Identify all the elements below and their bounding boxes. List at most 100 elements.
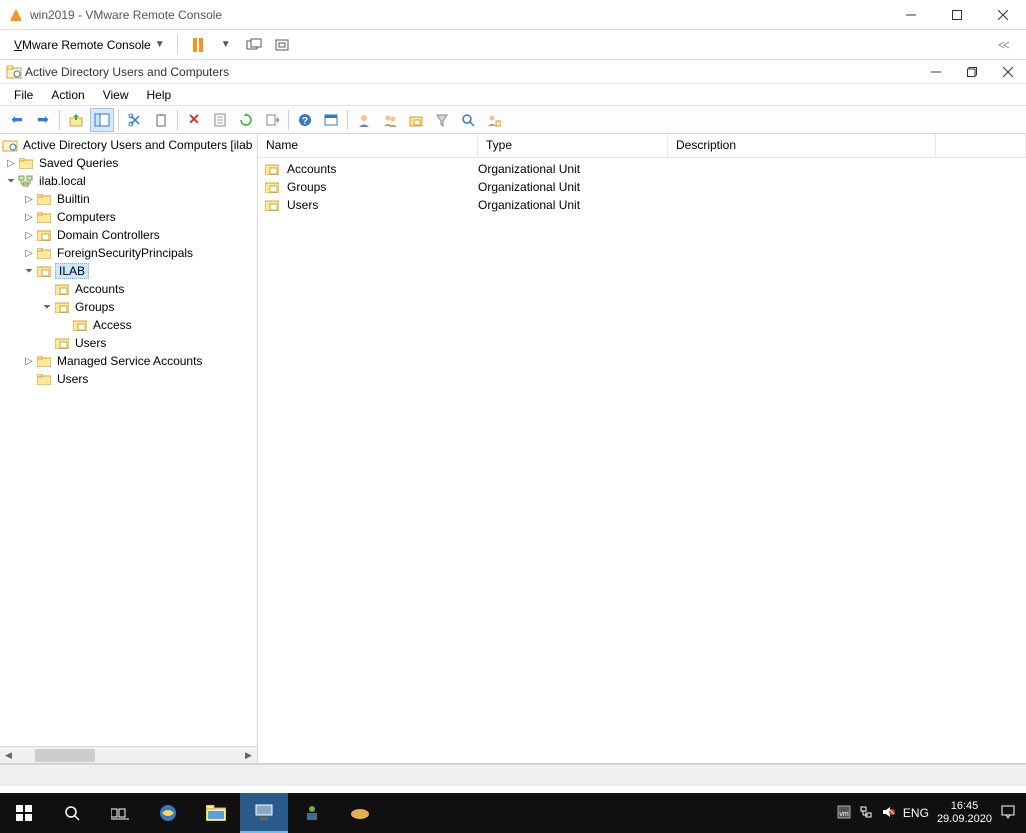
ou-icon (36, 263, 52, 279)
list-row[interactable]: Users Organizational Unit (258, 196, 1026, 214)
help-button[interactable]: ? (293, 108, 317, 132)
tray-volume-icon[interactable] (881, 805, 895, 822)
tree-domain[interactable]: ⏷ ilab.local (0, 172, 257, 190)
ou-icon (264, 161, 280, 177)
expand-icon[interactable]: ▷ (22, 194, 36, 205)
scrollbar-thumb[interactable] (35, 749, 95, 762)
vmware-maximize-button[interactable] (934, 0, 980, 30)
cell-name: Accounts (287, 162, 336, 176)
expand-icon[interactable]: ▷ (22, 212, 36, 223)
tree-root[interactable]: Active Directory Users and Computers [il… (0, 136, 257, 154)
vmware-minimize-button[interactable] (888, 0, 934, 30)
column-header-description[interactable]: Description (668, 134, 936, 157)
tree-ilab[interactable]: ⏷ ILAB (0, 262, 257, 280)
tree-label: Builtin (55, 192, 92, 206)
up-level-button[interactable] (64, 108, 88, 132)
cell-name: Users (287, 198, 318, 212)
tree-root-label: Active Directory Users and Computers [il… (21, 138, 254, 152)
fullscreen-icon (274, 38, 290, 52)
new-user-button[interactable] (352, 108, 376, 132)
tree-label: Access (91, 318, 134, 332)
taskbar-server-manager[interactable] (240, 793, 288, 833)
add-to-group-button[interactable] (482, 108, 506, 132)
tree-panel: Active Directory Users and Computers [il… (0, 134, 258, 763)
tree-ilab-users[interactable]: Users (0, 334, 257, 352)
ou-new-icon (409, 113, 423, 127)
tree-users[interactable]: Users (0, 370, 257, 388)
tree-builtin[interactable]: ▷ Builtin (0, 190, 257, 208)
vmware-close-button[interactable] (980, 0, 1026, 30)
delete-button[interactable]: ✕ (182, 108, 206, 132)
search-button[interactable] (456, 108, 480, 132)
tray-notifications-icon[interactable] (1000, 804, 1016, 823)
delete-x-icon: ✕ (188, 111, 200, 128)
taskbar-explorer[interactable] (192, 793, 240, 833)
menu-file[interactable]: File (6, 86, 41, 104)
copy-button[interactable] (149, 108, 173, 132)
new-ou-button[interactable] (404, 108, 428, 132)
tree-msa[interactable]: ▷ Managed Service Accounts (0, 352, 257, 370)
export-list-button[interactable] (260, 108, 284, 132)
new-group-button[interactable] (378, 108, 402, 132)
ad-maximize-button[interactable] (954, 60, 990, 84)
column-header-type[interactable]: Type (478, 134, 668, 157)
collapse-icon[interactable]: ⏷ (40, 302, 54, 313)
tray-vmware-icon[interactable]: vm (837, 805, 851, 822)
ad-titlebar: Active Directory Users and Computers (0, 60, 1026, 84)
taskbar-ie[interactable] (144, 793, 192, 833)
tree-ilab-accounts[interactable]: Accounts (0, 280, 257, 298)
vmware-fullscreen-button[interactable] (270, 33, 294, 57)
taskbar-aduc[interactable] (288, 793, 336, 833)
group-icon (383, 113, 397, 127)
search-button-taskbar[interactable] (48, 793, 96, 833)
collapse-icon[interactable]: ⏷ (22, 266, 36, 277)
collapse-icon[interactable]: ⏷ (4, 176, 18, 187)
tree-domain-controllers[interactable]: ▷ Domain Controllers (0, 226, 257, 244)
properties-button[interactable] (208, 108, 232, 132)
tray-clock[interactable]: 16:45 29.09.2020 (937, 800, 992, 826)
tree-saved-queries[interactable]: ▷ Saved Queries (0, 154, 257, 172)
tree-fsp[interactable]: ▷ ForeignSecurityPrincipals (0, 244, 257, 262)
expand-icon[interactable]: ▷ (22, 230, 36, 241)
vmware-pause-button[interactable] (186, 33, 210, 57)
list-row[interactable]: Groups Organizational Unit (258, 178, 1026, 196)
start-button[interactable] (0, 793, 48, 833)
vmware-console-menu[interactable]: VMware Remote Console ▼ (8, 35, 171, 55)
refresh-button[interactable] (234, 108, 258, 132)
tree[interactable]: Active Directory Users and Computers [il… (0, 134, 257, 390)
show-hide-tree-button[interactable] (90, 108, 114, 132)
ad-minimize-button[interactable] (918, 60, 954, 84)
column-header-name[interactable]: Name (258, 134, 478, 157)
tray-network-icon[interactable] (859, 805, 873, 822)
ad-close-button[interactable] (990, 60, 1026, 84)
list-panel: Name Type Description Accounts Organizat… (258, 134, 1026, 763)
taskbar-app[interactable] (336, 793, 384, 833)
expand-icon[interactable]: ▷ (22, 248, 36, 259)
tray-language[interactable]: ENG (903, 806, 929, 820)
vmware-power-dropdown[interactable]: ▼ (214, 33, 238, 57)
tree-label: Accounts (73, 282, 126, 296)
tree-horizontal-scrollbar[interactable]: ◀ ▶ (0, 746, 257, 763)
tree-ilab-groups[interactable]: ⏷ Groups (0, 298, 257, 316)
ou-icon (36, 227, 52, 243)
menu-help[interactable]: Help (139, 86, 180, 104)
cut-button[interactable] (123, 108, 147, 132)
tree-computers[interactable]: ▷ Computers (0, 208, 257, 226)
list-row[interactable]: Accounts Organizational Unit (258, 160, 1026, 178)
vmware-collapse-button[interactable] (992, 33, 1016, 57)
scroll-right-arrow[interactable]: ▶ (240, 747, 257, 764)
toolbar-separator (177, 110, 178, 130)
nav-back-button[interactable]: ⬅ (5, 108, 29, 132)
ou-icon (264, 197, 280, 213)
expand-icon[interactable]: ▷ (4, 158, 18, 169)
expand-icon[interactable]: ▷ (22, 356, 36, 367)
scroll-left-arrow[interactable]: ◀ (0, 747, 17, 764)
filter-button[interactable] (430, 108, 454, 132)
vmware-send-cad-button[interactable] (242, 33, 266, 57)
tree-ilab-groups-access[interactable]: Access (0, 316, 257, 334)
menu-view[interactable]: View (95, 86, 137, 104)
menu-action[interactable]: Action (43, 86, 92, 104)
task-view-button[interactable] (96, 793, 144, 833)
find-button[interactable] (319, 108, 343, 132)
nav-forward-button[interactable]: ➡ (31, 108, 55, 132)
